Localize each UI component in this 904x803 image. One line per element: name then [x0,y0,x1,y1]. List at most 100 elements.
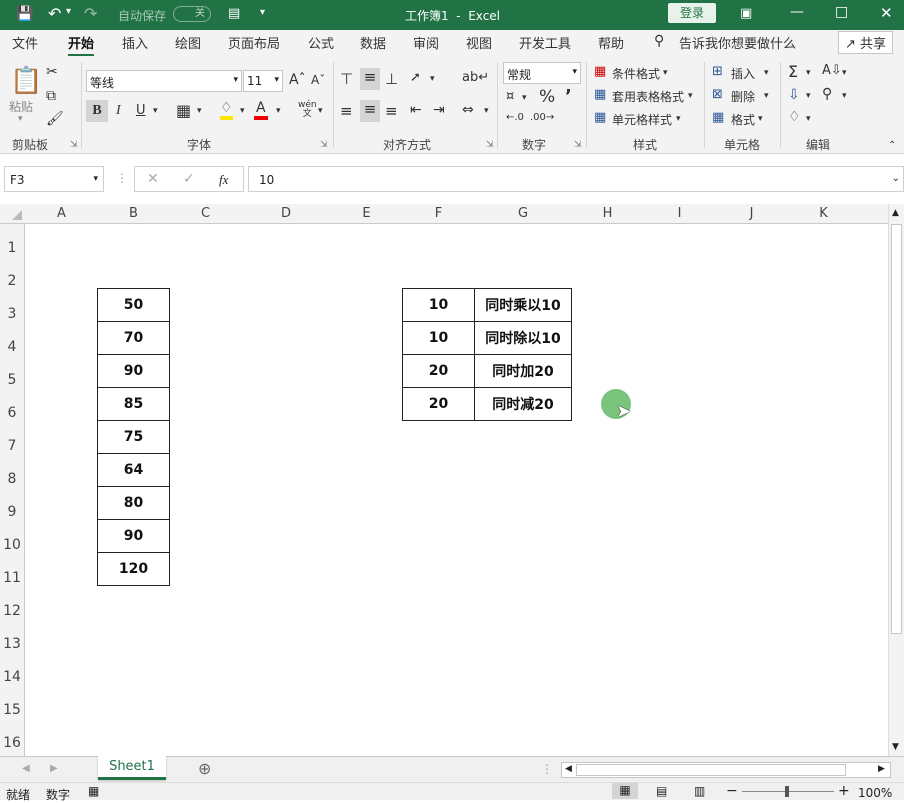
vertical-scrollbar[interactable]: ▲ ▼ [888,204,904,756]
enter-icon[interactable]: ✓ [183,171,195,187]
macro-record-icon[interactable]: ▦ [88,784,99,798]
borders-icon[interactable]: ▦ [176,101,191,120]
cell-b9[interactable]: 80 [97,486,170,520]
sheet-tab-sheet1[interactable]: Sheet1 [98,756,166,780]
collapse-ribbon-icon[interactable]: ⌃ [888,140,896,151]
share-button[interactable]: ↗ 共享 [838,31,894,54]
cell-styles-icon[interactable]: ▦ [594,110,606,125]
page-layout-view-icon[interactable]: ▤ [656,784,667,798]
cell-b8[interactable]: 64 [97,453,170,487]
fill-color-dropdown-icon[interactable]: ▾ [240,106,245,116]
find-select-icon[interactable]: ⚲ [822,86,832,102]
row-header[interactable]: 11 [0,570,24,586]
align-center-icon[interactable]: ≡ [360,100,380,122]
column-header[interactable]: K [788,206,859,221]
currency-icon[interactable]: ¤ [506,89,514,104]
align-bottom-icon[interactable]: ⊥ [385,70,398,88]
page-break-view-icon[interactable]: ▥ [694,784,705,798]
decrease-indent-icon[interactable]: ⇤ [410,102,422,118]
increase-font-icon[interactable]: Aˆ [289,72,306,88]
number-format-select[interactable]: 常规 ▾ [503,62,581,84]
insert-cells-button[interactable]: 插入 [731,65,755,82]
tab-home[interactable]: 开始 [68,33,95,56]
italic-button[interactable]: I [116,103,121,119]
tab-data[interactable]: 数据 [360,33,386,52]
next-sheet-icon[interactable]: ▶ [50,763,58,774]
column-header[interactable]: I [644,206,715,221]
close-icon[interactable]: ✕ [880,4,893,22]
cancel-icon[interactable]: ✕ [147,171,159,187]
borders-dropdown-icon[interactable]: ▾ [197,106,202,116]
increase-indent-icon[interactable]: ⇥ [433,102,445,118]
select-all-corner[interactable] [12,210,22,220]
row-header[interactable]: 12 [0,603,24,619]
cut-icon[interactable]: ✂ [46,64,58,80]
align-right-icon[interactable]: ≡ [385,102,398,120]
minimize-icon[interactable]: — [790,4,804,20]
cell-f6[interactable]: 20 [402,387,475,421]
cell-b10[interactable]: 90 [97,519,170,553]
column-header[interactable]: A [26,206,97,221]
format-dropdown-icon[interactable]: ▾ [758,114,763,124]
column-header[interactable]: E [331,206,402,221]
column-header[interactable]: H [572,206,643,221]
cell-styles-dropdown-icon[interactable]: ▾ [676,114,681,124]
cell-g5[interactable]: 同时加20 [474,354,572,388]
delete-cells-icon[interactable]: ⊠ [712,87,723,102]
row-header[interactable]: 2 [0,273,24,289]
align-left-icon[interactable]: ≡ [340,102,353,120]
conditional-format-button[interactable]: 条件格式 [612,65,660,82]
comma-style-icon[interactable]: ’ [565,86,572,107]
column-header[interactable]: D [242,206,330,221]
save-icon[interactable]: 💾 [16,6,33,22]
insert-cells-icon[interactable]: ⊞ [712,64,723,79]
prev-sheet-icon[interactable]: ◀ [22,763,30,774]
cell-b4[interactable]: 70 [97,321,170,355]
cell-b3[interactable]: 50 [97,288,170,322]
add-sheet-icon[interactable]: ⊕ [198,759,211,778]
scroll-up-icon[interactable]: ▲ [892,208,899,218]
font-name-select[interactable]: 等线 ▾ [86,70,242,92]
table-format-button[interactable]: 套用表格格式 [612,88,684,105]
tab-file[interactable]: 文件 [12,33,38,52]
number-launcher-icon[interactable]: ⇲ [574,140,582,150]
bold-button[interactable]: B [86,100,108,122]
copy-icon[interactable]: ⧉ [46,88,56,104]
conditional-format-icon[interactable]: ▦ [594,64,606,79]
tab-developer[interactable]: 开发工具 [519,33,571,52]
cell-b7[interactable]: 75 [97,420,170,454]
delete-dropdown-icon[interactable]: ▾ [764,91,769,101]
cell-g6[interactable]: 同时减20 [474,387,572,421]
row-header[interactable]: 10 [0,537,24,553]
redo-icon[interactable]: ↷ [84,4,97,23]
horizontal-scrollbar[interactable]: ◀ ▶ [561,762,891,778]
row-header[interactable]: 6 [0,405,24,421]
sort-dropdown-icon[interactable]: ▾ [842,68,847,78]
cell-f3[interactable]: 10 [402,288,475,322]
scroll-right-icon[interactable]: ▶ [878,764,885,774]
zoom-out-icon[interactable]: − [726,783,738,799]
tab-view[interactable]: 视图 [466,33,492,52]
table-format-icon[interactable]: ▦ [594,87,606,102]
tab-review[interactable]: 审阅 [413,33,439,52]
decrease-decimal-icon[interactable]: .00→ [530,112,554,123]
name-box[interactable]: F3 ▾ [4,166,104,192]
orientation-dropdown-icon[interactable]: ▾ [430,74,435,84]
ribbon-display-icon[interactable]: ▣ [740,6,752,21]
tab-draw[interactable]: 绘图 [175,33,201,52]
font-size-select[interactable]: 11 ▾ [243,70,283,92]
expand-formula-icon[interactable]: ⌄ [892,173,900,184]
tab-split-grip-icon[interactable]: ⋮ [541,762,553,776]
row-header[interactable]: 14 [0,669,24,685]
column-header[interactable]: C [170,206,241,221]
fill-dropdown-icon[interactable]: ▾ [806,91,811,101]
cell-b5[interactable]: 90 [97,354,170,388]
cell-b11[interactable]: 120 [97,552,170,586]
paste-icon[interactable]: 📋 [10,66,42,96]
zoom-in-icon[interactable]: + [838,783,850,799]
tab-insert[interactable]: 插入 [122,33,148,52]
row-header[interactable]: 5 [0,372,24,388]
align-middle-icon[interactable]: ≡ [360,68,380,90]
fill-color-icon[interactable]: ♢ [220,100,233,120]
horizontal-scroll-thumb[interactable] [576,764,846,776]
